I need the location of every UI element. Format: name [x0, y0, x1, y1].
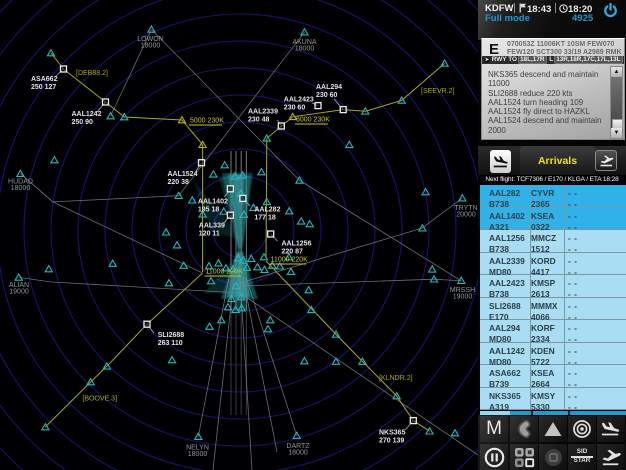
svg-text:[DEB88.2]: [DEB88.2] [76, 70, 108, 77]
svg-text:5000 230K: 5000 230K [190, 118, 224, 125]
svg-text:AAL2423: AAL2423 [284, 97, 314, 104]
svg-text:18000: 18000 [288, 450, 308, 457]
svg-text:6000 230K: 6000 230K [296, 117, 330, 124]
svg-text:195 18: 195 18 [198, 207, 220, 214]
svg-text:NKS365: NKS365 [379, 430, 406, 437]
svg-text:230 60: 230 60 [284, 105, 306, 112]
svg-text:AAL1242: AAL1242 [72, 111, 102, 118]
svg-text:AAL282: AAL282 [254, 207, 280, 214]
svg-text:250 90: 250 90 [72, 119, 94, 126]
svg-text:18000: 18000 [295, 46, 315, 53]
svg-text:177 18: 177 18 [254, 215, 276, 222]
svg-text:SLI2688: SLI2688 [158, 332, 185, 339]
svg-text:18000: 18000 [188, 451, 208, 458]
svg-text:11000 220K: 11000 220K [206, 269, 244, 276]
svg-text:220 38: 220 38 [168, 179, 190, 186]
svg-text:270 139: 270 139 [379, 438, 404, 445]
svg-text:19000: 19000 [9, 289, 29, 296]
svg-text:AAL339: AAL339 [199, 223, 225, 230]
svg-text:220 87: 220 87 [282, 249, 304, 256]
svg-text:20000: 20000 [456, 212, 476, 219]
svg-text:AAL1524: AAL1524 [168, 171, 198, 178]
svg-text:[KLNDR.2]: [KLNDR.2] [379, 375, 413, 382]
svg-text:19000: 19000 [453, 294, 473, 301]
svg-text:AAL294: AAL294 [316, 84, 342, 91]
svg-text:AAL1256: AAL1256 [282, 241, 312, 248]
svg-text:230 60: 230 60 [316, 92, 338, 99]
svg-text:AAL2339: AAL2339 [248, 109, 278, 116]
svg-text:263 110: 263 110 [158, 340, 183, 347]
svg-text:[SEEVR.2]: [SEEVR.2] [421, 88, 455, 95]
svg-text:ASA662: ASA662 [31, 76, 58, 83]
svg-text:18000: 18000 [11, 185, 31, 192]
svg-text:230 48: 230 48 [248, 117, 270, 124]
svg-text:250 127: 250 127 [31, 84, 56, 91]
svg-text:120 11: 120 11 [199, 231, 220, 238]
svg-text:11000 220K: 11000 220K [271, 257, 309, 264]
svg-text:AAL1402: AAL1402 [198, 199, 228, 206]
svg-text:[BOOVE.3]: [BOOVE.3] [82, 396, 117, 403]
svg-text:18000: 18000 [141, 43, 161, 50]
